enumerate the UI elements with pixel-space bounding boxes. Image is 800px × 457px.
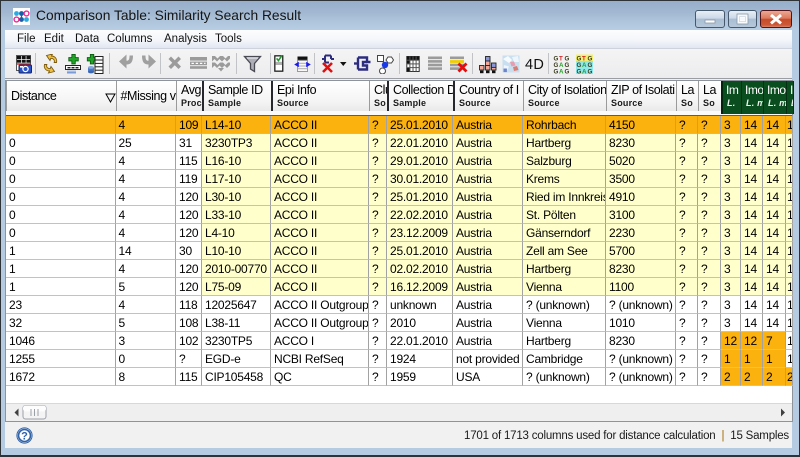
svg-text:G: G: [565, 69, 570, 75]
svg-text:?: ?: [21, 431, 28, 443]
svg-text:G: G: [554, 69, 559, 75]
svg-text:G: G: [577, 69, 582, 75]
svg-text:G: G: [588, 69, 593, 75]
svg-text:A: A: [582, 69, 587, 75]
svg-text:A: A: [559, 69, 564, 75]
